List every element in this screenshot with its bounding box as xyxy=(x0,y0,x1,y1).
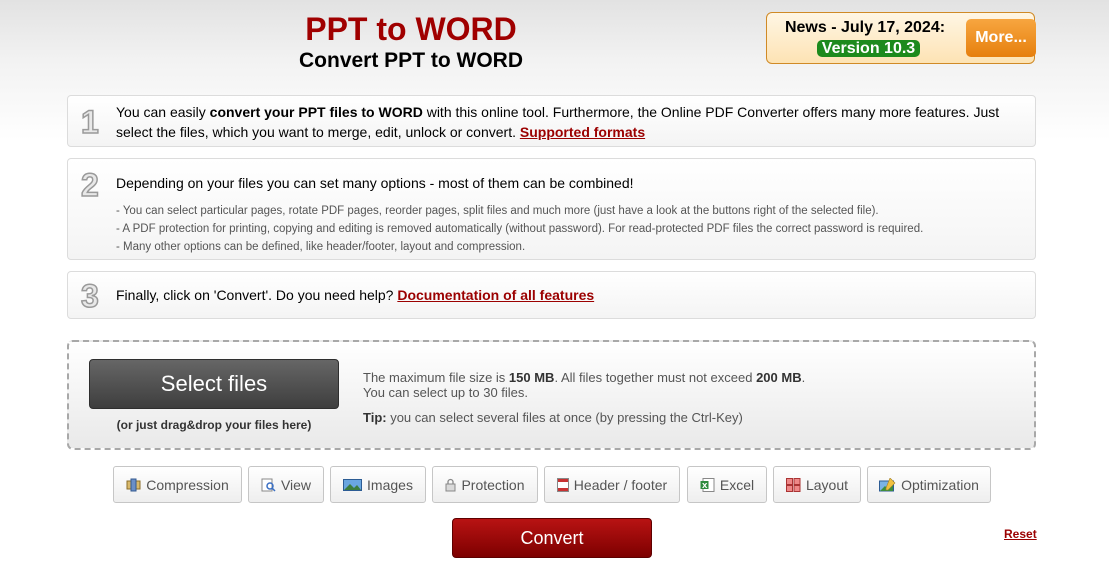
layout-button[interactable]: Layout xyxy=(773,466,861,503)
compression-icon xyxy=(126,478,141,492)
limit-count: You can select up to 30 files. xyxy=(363,385,529,400)
limit-total: 200 MB xyxy=(756,370,802,385)
page-subtitle: Convert PPT to WORD xyxy=(299,49,523,72)
protection-label: Protection xyxy=(461,476,525,493)
step-3-text: Finally, click on 'Convert'. Do you need… xyxy=(116,285,594,305)
svg-text:X: X xyxy=(702,482,708,490)
news-box: News - July 17, 2024: Version 10.3 More.… xyxy=(766,12,1036,64)
version-badge: Version 10.3 xyxy=(817,40,920,57)
step-2-text: Depending on your files you can set many… xyxy=(116,175,634,191)
compression-button[interactable]: Compression xyxy=(113,466,242,503)
optimization-button[interactable]: Optimization xyxy=(867,466,991,503)
view-label: View xyxy=(280,476,312,493)
limit-text: . xyxy=(801,370,806,385)
tip-text: Tip: you can select several files at onc… xyxy=(363,410,743,425)
view-icon xyxy=(261,478,276,492)
step-1-text-bold: convert your PPT files to WORD xyxy=(209,104,423,120)
drag-drop-hint: (or just drag&drop your files here) xyxy=(116,418,312,432)
header-footer-button[interactable]: Header / footer xyxy=(544,466,680,503)
tip-label: Tip: xyxy=(363,410,387,425)
documentation-link[interactable]: Documentation of all features xyxy=(397,287,594,303)
file-limits: The maximum file size is 150 MB. All fil… xyxy=(363,370,805,400)
step-2-bullet: - A PDF protection for printing, copying… xyxy=(116,223,924,235)
excel-icon: X xyxy=(700,477,715,492)
file-drop-zone[interactable]: Select files (or just drag&drop your fil… xyxy=(67,340,1036,450)
protection-button[interactable]: Protection xyxy=(432,466,538,503)
select-files-button[interactable]: Select files xyxy=(89,359,339,409)
reset-link[interactable]: Reset xyxy=(1004,527,1037,541)
tip-body: you can select several files at once (by… xyxy=(386,410,743,425)
optimization-icon xyxy=(879,476,896,492)
step-3-text-start: Finally, click on 'Convert'. Do you need… xyxy=(116,287,398,303)
step-2-box: 2 Depending on your files you can set ma… xyxy=(67,158,1036,260)
convert-button[interactable]: Convert xyxy=(452,518,652,558)
excel-button[interactable]: X Excel xyxy=(687,466,767,503)
images-icon xyxy=(343,478,363,492)
images-button[interactable]: Images xyxy=(330,466,426,503)
view-button[interactable]: View xyxy=(248,466,324,503)
step-2-bullets: - You can select particular pages, rotat… xyxy=(116,202,923,256)
header-footer-label: Header / footer xyxy=(573,476,668,493)
compression-label: Compression xyxy=(146,476,229,493)
step-1-number: 1 xyxy=(80,104,99,140)
limit-text: . All files together must not exceed xyxy=(554,370,757,385)
step-2-bullet: - You can select particular pages, rotat… xyxy=(116,205,879,217)
step-2-number: 2 xyxy=(80,167,99,203)
step-3-number: 3 xyxy=(80,278,99,314)
news-more-button[interactable]: More... xyxy=(966,19,1036,57)
layout-label: Layout xyxy=(805,476,849,493)
news-date: News - July 17, 2024: xyxy=(784,19,946,36)
step-1-box: 1 You can easily convert your PPT files … xyxy=(67,95,1036,147)
optimization-label: Optimization xyxy=(901,476,979,493)
step-1-text: You can easily convert your PPT files to… xyxy=(116,102,1016,142)
step-3-box: 3 Finally, click on 'Convert'. Do you ne… xyxy=(67,271,1036,319)
limit-text: The maximum file size is xyxy=(363,370,509,385)
supported-formats-link[interactable]: Supported formats xyxy=(520,124,645,140)
protection-icon xyxy=(445,478,456,492)
step-2-bullet: - Many other options can be defined, lik… xyxy=(116,241,526,253)
limit-size: 150 MB xyxy=(508,370,555,385)
page-title: PPT to WORD xyxy=(305,11,517,47)
layout-icon xyxy=(785,477,801,492)
images-label: Images xyxy=(367,476,413,493)
header-footer-icon xyxy=(556,477,569,492)
step-1-text-start: You can easily xyxy=(116,104,210,120)
excel-label: Excel xyxy=(719,476,755,493)
